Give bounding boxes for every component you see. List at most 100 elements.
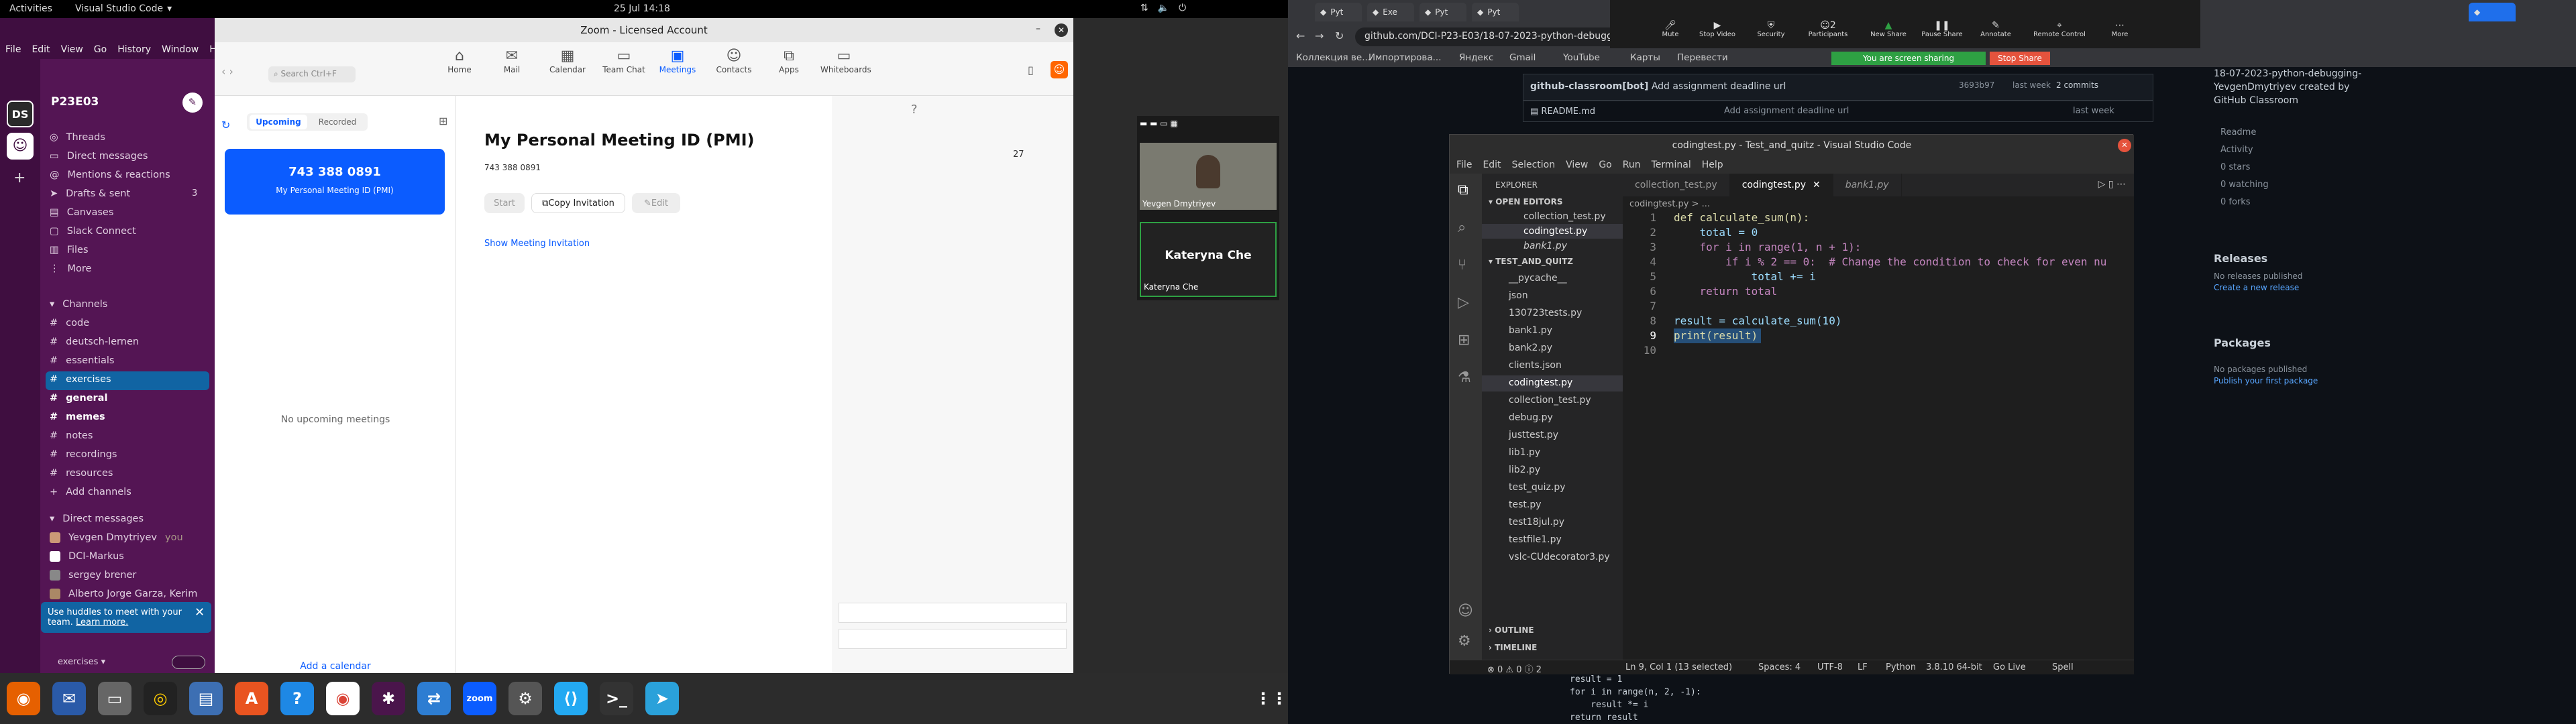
timeline-header[interactable]: › TIMELINE bbox=[1489, 643, 1537, 652]
app-grid-icon[interactable]: ⋮⋮ bbox=[1254, 682, 1288, 715]
stars-link[interactable]: 0 stars bbox=[2220, 162, 2250, 172]
tool-meetings[interactable]: ▣ Meetings bbox=[654, 48, 701, 74]
file-item[interactable]: lib2.py bbox=[1509, 465, 1540, 475]
refresh-icon[interactable]: ↻ bbox=[221, 119, 230, 131]
add-workspace-icon[interactable]: + bbox=[13, 170, 25, 186]
channels-header[interactable]: ▾ Channels bbox=[50, 299, 107, 310]
file-item[interactable]: bank2.py bbox=[1509, 343, 1552, 353]
channel-item[interactable]: # recordings bbox=[50, 449, 117, 460]
settings-icon[interactable]: ⚙ bbox=[508, 682, 542, 715]
menu-file[interactable]: File bbox=[5, 44, 21, 55]
account-icon[interactable]: ☺ bbox=[1458, 603, 1473, 619]
tool-team-chat[interactable]: ▭ Team Chat bbox=[600, 48, 647, 74]
browser-tab[interactable]: ◆ Exe bbox=[1367, 3, 1414, 21]
create-release-link[interactable]: Create a new release bbox=[2214, 283, 2299, 292]
nav-drafts[interactable]: ➤ Drafts & sent bbox=[50, 188, 130, 199]
writer-icon[interactable]: ▤ bbox=[189, 682, 223, 715]
video-controls[interactable]: ▬ ▬ ▭ ▦ bbox=[1140, 119, 1178, 128]
open-editor-item[interactable]: codingtest.py bbox=[1523, 226, 1587, 237]
spell-button[interactable]: Spell bbox=[2052, 662, 2074, 672]
close-icon[interactable]: ✕ bbox=[1813, 180, 1821, 190]
nav-mentions[interactable]: @ Mentions & reactions bbox=[50, 170, 170, 180]
menu-history[interactable]: History bbox=[117, 44, 151, 55]
menu-edit[interactable]: Edit bbox=[32, 44, 50, 55]
search-input[interactable]: ⌕ Search Ctrl+F bbox=[268, 66, 356, 82]
file-item[interactable]: testfile1.py bbox=[1509, 534, 1562, 545]
terminal-icon[interactable]: >_ bbox=[600, 682, 633, 715]
share-participants[interactable]: ☺2 Participants bbox=[1805, 20, 1851, 38]
firefox-icon[interactable]: ◉ bbox=[7, 682, 40, 715]
file-item[interactable]: clients.json bbox=[1509, 360, 1562, 371]
menu-help[interactable]: Help bbox=[1702, 160, 1723, 170]
file-item[interactable]: vslc-CUdecorator3.py bbox=[1509, 552, 1610, 562]
breadcrumb[interactable]: codingtest.py > ... bbox=[1629, 199, 1710, 209]
panel-toggle-icon[interactable]: ▯ bbox=[1028, 64, 1034, 76]
channel-item[interactable]: # memes bbox=[50, 412, 105, 422]
browser-tab[interactable]: ◆ Pyt bbox=[1472, 3, 1519, 21]
close-icon[interactable]: ✕ bbox=[195, 605, 205, 619]
bookmark[interactable]: Gmail bbox=[1509, 52, 1536, 63]
message-input[interactable] bbox=[839, 603, 1067, 623]
help-icon[interactable]: ? bbox=[280, 682, 314, 715]
activity-link[interactable]: Activity bbox=[2220, 145, 2253, 155]
avatar[interactable]: ☺ bbox=[1051, 61, 1068, 78]
add-channels[interactable]: + Add channels bbox=[50, 487, 131, 497]
menu-go[interactable]: Go bbox=[1599, 160, 1611, 170]
share-security[interactable]: ⛨ Security bbox=[1751, 20, 1791, 38]
channel-item[interactable]: # code bbox=[50, 318, 89, 328]
teamviewer-icon[interactable]: ⇄ bbox=[417, 682, 451, 715]
back-arrow-icon[interactable]: ‹ › bbox=[221, 65, 233, 78]
folder-item[interactable]: __pycache__ bbox=[1509, 273, 1567, 284]
file-item[interactable]: lib1.py bbox=[1509, 447, 1540, 458]
source-control-icon[interactable]: ⑂ bbox=[1458, 257, 1466, 274]
workspace-name[interactable]: P23E03 bbox=[51, 95, 99, 109]
channel-item[interactable]: # general bbox=[50, 393, 107, 404]
dm-item[interactable]: Yevgen Dmytriyev you bbox=[50, 532, 183, 543]
file-item[interactable]: debug.py bbox=[1509, 412, 1553, 423]
commit-hash[interactable]: 3693b97 bbox=[1959, 80, 1994, 90]
bookmark[interactable]: Перевести bbox=[1677, 52, 1728, 63]
participant-video-2[interactable]: Kateryna Che Kateryna Che bbox=[1140, 222, 1277, 297]
software-icon[interactable]: A bbox=[235, 682, 268, 715]
share-mute[interactable]: 🎤︎ Mute bbox=[1657, 20, 1684, 38]
menu-view[interactable]: View bbox=[1566, 160, 1588, 170]
code-editor[interactable]: codingtest.py > ... 1 def calculate_sum(n… bbox=[1623, 196, 2134, 660]
share-stop-video[interactable]: ▶ Stop Video bbox=[1697, 20, 1737, 38]
back-arrow-icon[interactable]: ← bbox=[1296, 29, 1305, 42]
help-icon[interactable]: ? bbox=[911, 103, 918, 117]
bookmark[interactable]: Яндекс bbox=[1459, 52, 1493, 63]
share-remote-control[interactable]: ⌖ Remote Control bbox=[2026, 20, 2093, 38]
extensions-icon[interactable]: ⊞ bbox=[1458, 332, 1470, 349]
system-tray[interactable]: ⇅ 🔈 ⏻ bbox=[1140, 3, 1186, 13]
file-item[interactable]: justtest.py bbox=[1509, 430, 1558, 440]
file-item[interactable]: bank1.py bbox=[1509, 325, 1552, 336]
file-item-active[interactable]: codingtest.py bbox=[1509, 377, 1572, 388]
dm-item[interactable]: DCI-Markus bbox=[50, 551, 124, 562]
share-more[interactable]: ⋯ More bbox=[2100, 20, 2140, 38]
file-item[interactable]: test_quiz.py bbox=[1509, 482, 1566, 493]
tab-upcoming[interactable]: Upcoming bbox=[250, 115, 307, 129]
bookmark[interactable]: Карты bbox=[1630, 52, 1660, 63]
telegram-icon[interactable]: ➤ bbox=[645, 682, 679, 715]
cursor-position[interactable]: Ln 9, Col 1 (13 selected) bbox=[1625, 662, 1732, 672]
folder-header[interactable]: ▾ TEST_AND_QUITZ bbox=[1489, 257, 1573, 266]
run-debug-icon[interactable]: ▷ bbox=[1458, 294, 1469, 311]
menu-run[interactable]: Run bbox=[1623, 160, 1641, 170]
rhythmbox-icon[interactable]: ◎ bbox=[144, 682, 177, 715]
mail-icon[interactable]: ✉ bbox=[52, 682, 86, 715]
file-item[interactable]: collection_test.py bbox=[1509, 395, 1591, 406]
dm-item[interactable]: sergey brener bbox=[50, 570, 136, 581]
reload-icon[interactable]: ↻ bbox=[1335, 29, 1344, 42]
nav-direct-messages[interactable]: ▭ Direct messages bbox=[50, 151, 148, 162]
file-item[interactable]: 130723tests.py bbox=[1509, 308, 1582, 318]
interpreter[interactable]: 3.8.10 64-bit bbox=[1926, 662, 1982, 672]
footer-channel[interactable]: exercises ▾ bbox=[58, 657, 105, 667]
go-live-button[interactable]: Go Live bbox=[1993, 662, 2026, 672]
zoom-icon[interactable]: zoom bbox=[463, 682, 496, 715]
bookmark[interactable]: Импортирова... bbox=[1368, 52, 1442, 63]
language-mode[interactable]: Python bbox=[1886, 662, 1916, 672]
forward-arrow-icon[interactable]: → bbox=[1315, 29, 1324, 42]
browser-tab[interactable]: ◆ Pyt bbox=[1419, 3, 1466, 21]
workspace-badge[interactable]: DS bbox=[7, 101, 34, 127]
add-calendar-link[interactable]: Add a calendar bbox=[215, 661, 456, 672]
